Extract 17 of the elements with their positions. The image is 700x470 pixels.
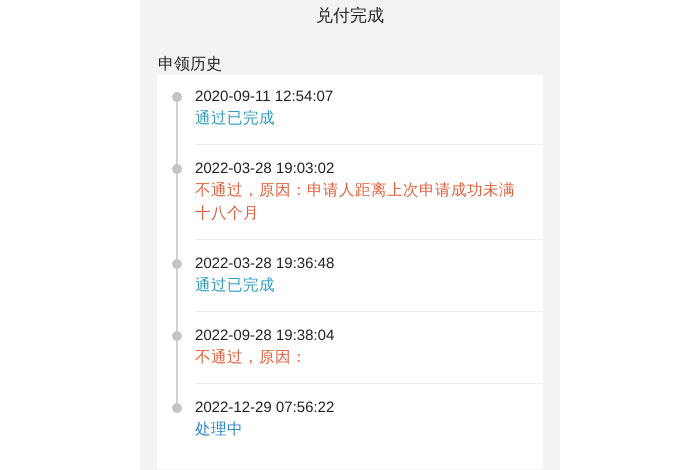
timestamp: 2022-09-28 19:38:04 <box>195 326 336 346</box>
timeline-dot <box>172 92 182 102</box>
section-heading: 申领历史 <box>158 55 223 75</box>
status-text: 不通过，原因：申请人距离上次申请成功未满十八个月 <box>195 181 516 224</box>
status-text: 不通过，原因： <box>195 348 308 368</box>
status-text: 处理中 <box>195 420 244 440</box>
timeline-dot <box>172 164 182 174</box>
timestamp: 2020-09-11 12:54:07 <box>195 87 334 107</box>
timestamp: 2022-03-28 19:36:48 <box>195 254 336 274</box>
timeline-dot <box>172 331 182 341</box>
page-title: 兑付完成 <box>315 5 385 27</box>
timestamp: 2022-03-28 19:03:02 <box>195 159 336 179</box>
status-text: 通过已完成 <box>195 276 276 296</box>
status-text: 通过已完成 <box>195 109 276 129</box>
timestamp: 2022-12-29 07:56:22 <box>195 398 336 418</box>
timeline-dot <box>172 403 182 413</box>
timeline-dot <box>172 259 182 269</box>
